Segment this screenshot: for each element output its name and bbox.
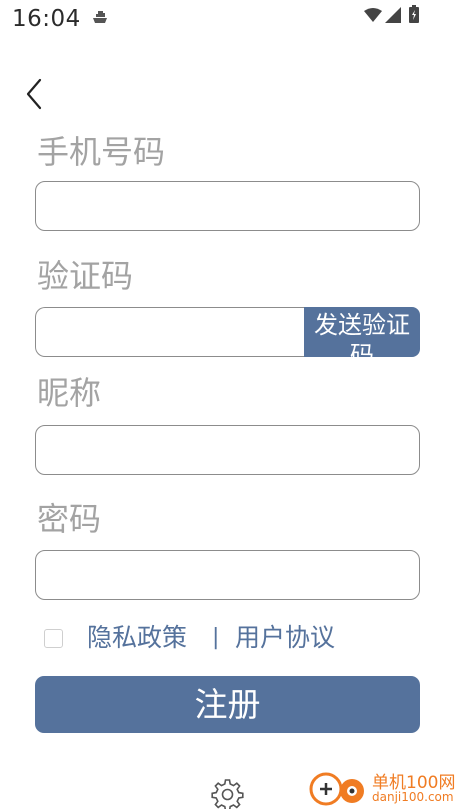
- watermark-logo-icon: [309, 772, 364, 806]
- user-agreement-link[interactable]: 用户协议: [235, 622, 335, 655]
- send-code-button[interactable]: 发送验证码: [304, 307, 420, 357]
- wifi-icon: [364, 8, 382, 22]
- gear-icon: [211, 779, 244, 809]
- watermark-domain: danji100.com: [372, 790, 454, 804]
- register-button[interactable]: 注册: [35, 676, 420, 733]
- link-separator: |: [212, 625, 220, 650]
- battery-icon: [409, 5, 419, 23]
- phone-label: 手机号码: [37, 133, 166, 171]
- register-screen: 16:04 手机号码 验证码 发送验证码 昵称 密码 隐私政策 | 用户协议 注…: [0, 0, 455, 809]
- notification-icon: [93, 11, 107, 23]
- code-input[interactable]: [35, 307, 305, 357]
- watermark: 单机100网 danji100.com: [306, 767, 455, 809]
- nickname-input[interactable]: [35, 425, 420, 475]
- privacy-policy-link[interactable]: 隐私政策: [87, 622, 187, 655]
- code-label: 验证码: [37, 257, 134, 295]
- phone-input[interactable]: [35, 181, 420, 231]
- status-time: 16:04: [12, 6, 81, 32]
- nickname-label: 昵称: [37, 374, 102, 412]
- back-arrow-icon[interactable]: [20, 76, 50, 112]
- agree-checkbox[interactable]: [44, 629, 63, 648]
- status-bar: 16:04: [0, 0, 455, 36]
- signal-icon: [385, 7, 401, 23]
- password-label: 密码: [37, 500, 102, 538]
- password-input[interactable]: [35, 550, 420, 600]
